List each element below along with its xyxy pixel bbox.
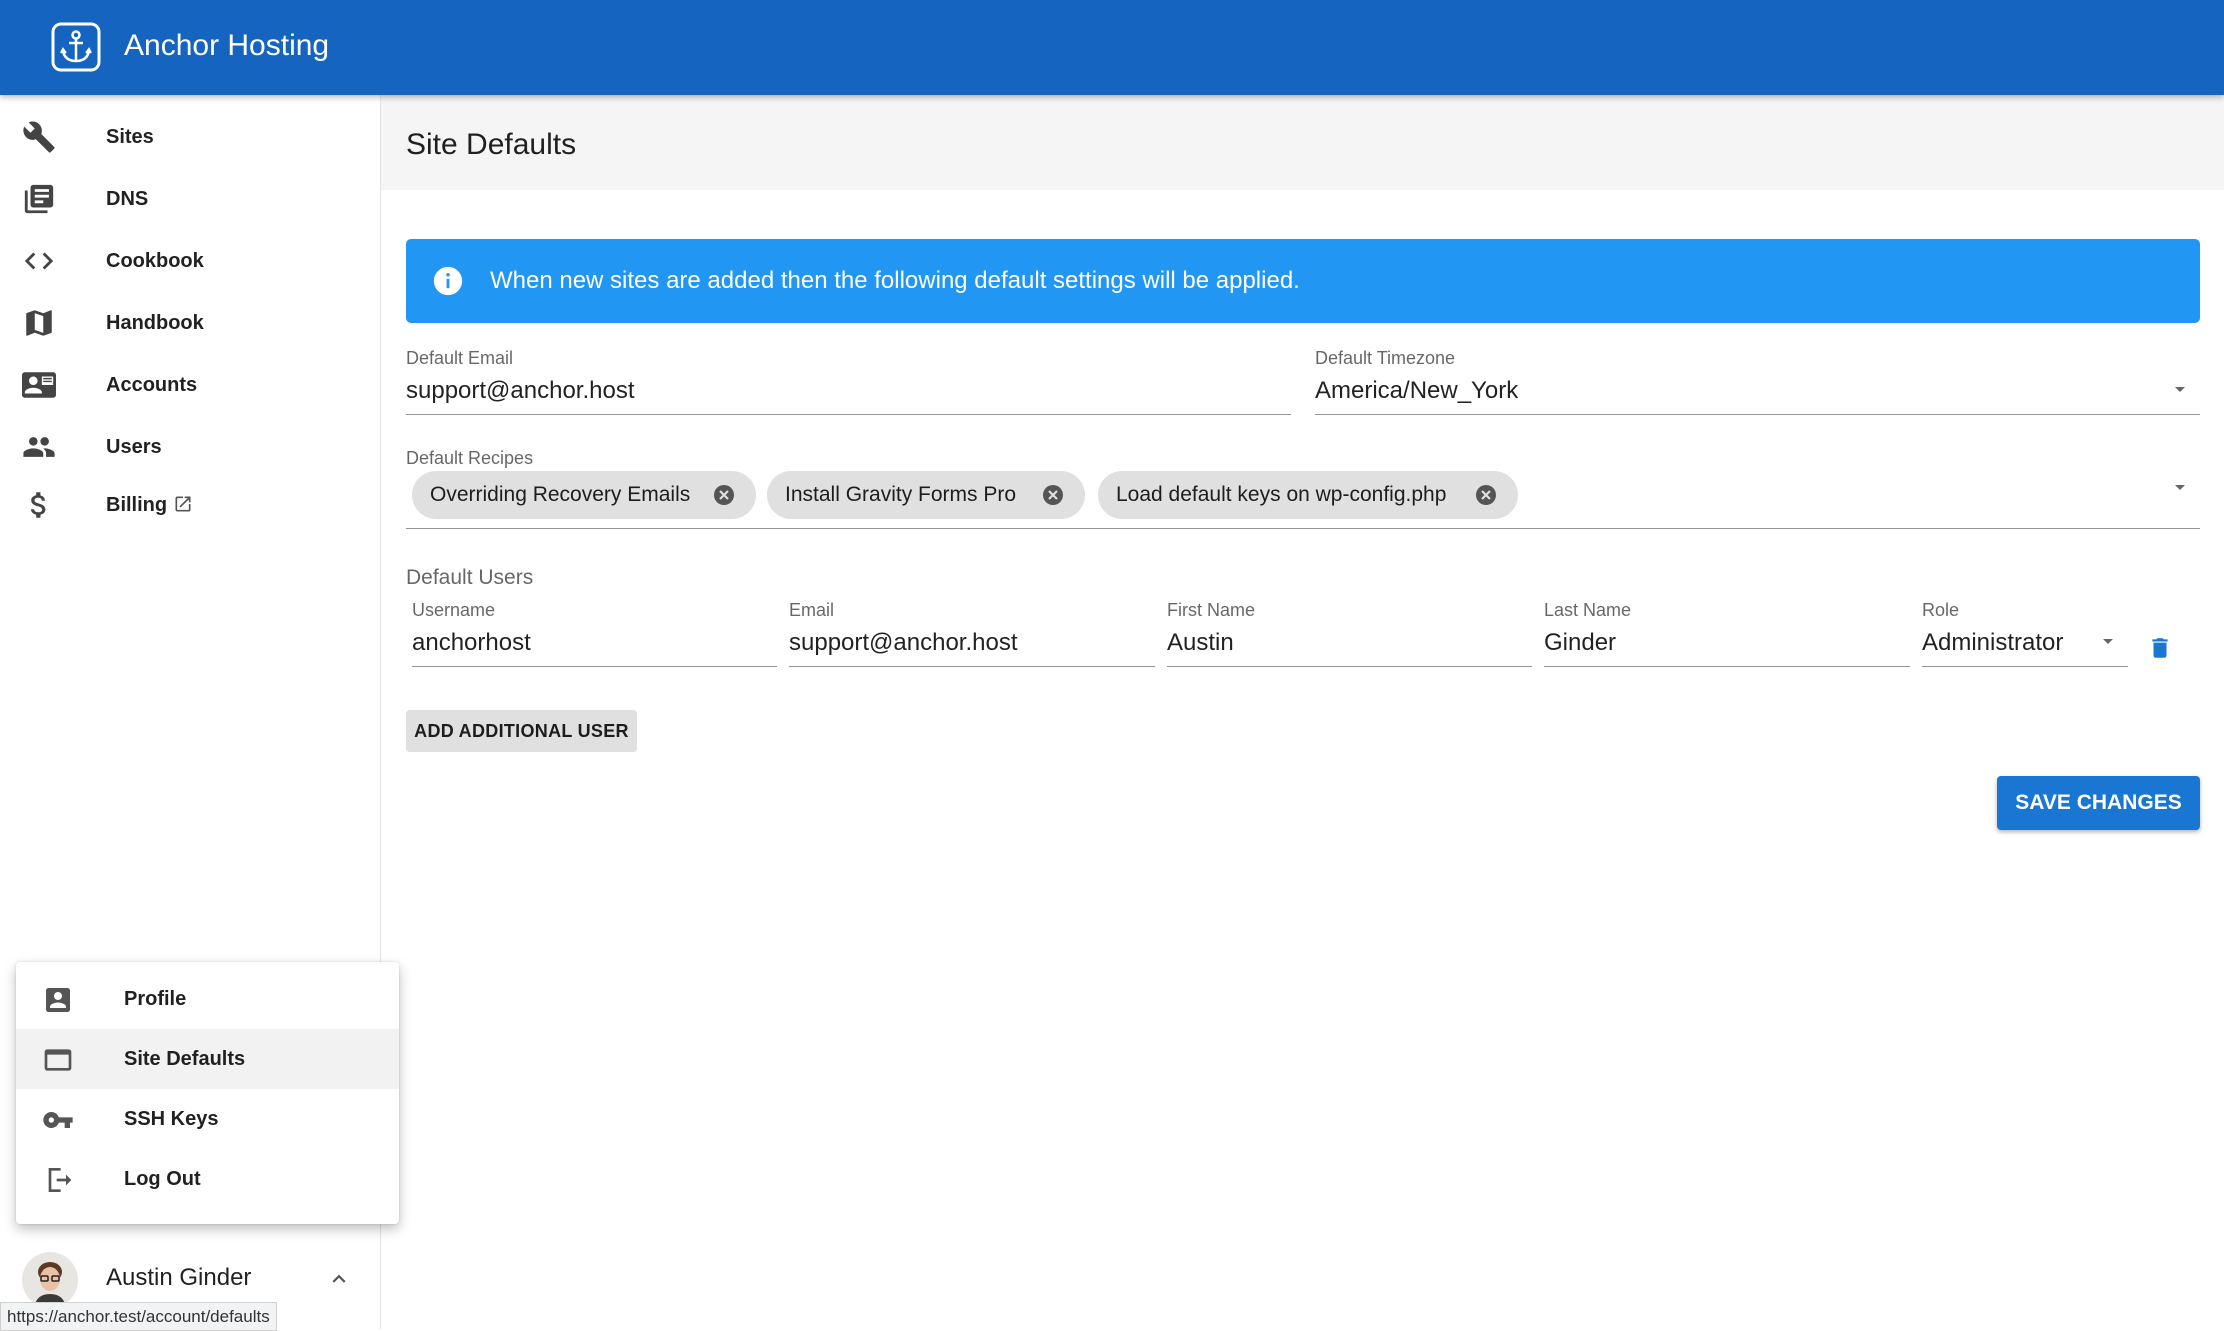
default-timezone-select[interactable]: Default Timezone America/New_York xyxy=(1315,347,2200,415)
menu-item-label: Profile xyxy=(124,988,187,1010)
recipe-chip[interactable]: Install Gravity Forms Pro xyxy=(767,471,1085,519)
user-email-label: Email xyxy=(789,600,835,620)
recipe-chip-label: Install Gravity Forms Pro xyxy=(785,483,1017,506)
recipe-chip-label: Overriding Recovery Emails xyxy=(430,483,691,506)
sidebar-item-label: DNS xyxy=(106,188,149,210)
account-box-icon xyxy=(46,988,70,1012)
default-recipes-label: Default Recipes xyxy=(406,448,534,468)
sidebar-item-accounts[interactable]: Accounts xyxy=(0,353,380,415)
save-changes-button[interactable]: SAVE CHANGES xyxy=(1997,776,2200,830)
menu-item-label: SSH Keys xyxy=(124,1108,219,1130)
sidebar-item-handbook[interactable]: Handbook xyxy=(0,291,380,353)
logout-icon xyxy=(48,1168,72,1192)
menu-item-log-out[interactable]: Log Out xyxy=(16,1149,399,1209)
field-underline xyxy=(406,528,2200,529)
field-underline xyxy=(1544,666,1910,667)
user-menu-toggle[interactable]: Austin Ginder xyxy=(0,1250,380,1308)
sidebar-item-label: Sites xyxy=(106,126,154,148)
sidebar-item-label: Billing xyxy=(106,491,193,519)
status-bar-url: https://anchor.test/account/defaults xyxy=(0,1302,277,1331)
default-email-value[interactable]: support@anchor.host xyxy=(406,375,635,407)
menu-item-site-defaults[interactable]: Site Defaults xyxy=(16,1029,399,1089)
last-name-label: Last Name xyxy=(1544,600,1632,620)
dropdown-arrow-icon[interactable] xyxy=(2168,475,2192,499)
add-additional-user-button[interactable]: ADD ADDITIONAL USER xyxy=(406,710,637,752)
recipe-chip[interactable]: Overriding Recovery Emails xyxy=(412,471,756,519)
first-name-value[interactable]: Austin xyxy=(1167,627,1234,659)
username-value[interactable]: anchorhost xyxy=(412,627,531,659)
delete-icon[interactable] xyxy=(2147,635,2173,661)
user-email-field[interactable]: Email support@anchor.host xyxy=(789,599,1155,667)
last-name-value[interactable]: Ginder xyxy=(1544,627,1616,659)
role-select[interactable]: Role Administrator xyxy=(1922,599,2128,667)
key-icon xyxy=(43,1112,73,1128)
sidebar-item-billing[interactable]: Billing xyxy=(0,473,380,535)
app-title[interactable]: Anchor Hosting xyxy=(124,26,329,66)
browser-window-icon xyxy=(44,1049,72,1071)
username-label: Username xyxy=(412,600,496,620)
last-name-field[interactable]: Last Name Ginder xyxy=(1544,599,1910,667)
close-circle-icon[interactable] xyxy=(712,483,736,507)
code-icon xyxy=(24,252,54,270)
default-users-label: Default Users xyxy=(406,566,534,589)
app-bar: Anchor Hosting xyxy=(0,0,2224,95)
field-underline xyxy=(1922,666,2128,667)
wrench-icon xyxy=(23,121,55,153)
sidebar-item-label: Accounts xyxy=(106,374,198,396)
field-underline xyxy=(1167,666,1532,667)
sidebar-item-label: Users xyxy=(106,436,162,458)
alert-text: When new sites are added then the follow… xyxy=(490,267,1300,294)
sidebar-item-dns[interactable]: DNS xyxy=(0,167,380,229)
sidebar-item-cookbook[interactable]: Cookbook xyxy=(0,229,380,291)
close-circle-icon[interactable] xyxy=(1474,483,1498,507)
default-timezone-label: Default Timezone xyxy=(1315,348,1456,368)
field-underline xyxy=(412,666,777,667)
sidebar-item-label: Cookbook xyxy=(106,250,204,272)
user-email-value[interactable]: support@anchor.host xyxy=(789,627,1018,659)
chevron-up-icon[interactable] xyxy=(326,1266,352,1292)
field-underline xyxy=(1315,414,2200,415)
recipe-chip[interactable]: Load default keys on wp-config.php xyxy=(1098,471,1518,519)
avatar xyxy=(22,1252,78,1308)
billing-label: Billing xyxy=(106,494,168,516)
menu-item-label: Site Defaults xyxy=(124,1048,246,1070)
account-menu: Profile Site Defaults SSH Keys Log Out xyxy=(16,962,399,1224)
dropdown-arrow-icon[interactable] xyxy=(2096,629,2120,653)
username-field[interactable]: Username anchorhost xyxy=(412,599,777,667)
role-label: Role xyxy=(1922,600,1960,620)
dropdown-arrow-icon[interactable] xyxy=(2168,377,2192,401)
recipe-chip-label: Load default keys on wp-config.php xyxy=(1116,483,1447,506)
menu-item-profile[interactable]: Profile xyxy=(16,969,399,1029)
menu-item-ssh-keys[interactable]: SSH Keys xyxy=(16,1089,399,1149)
sidebar-item-users[interactable]: Users xyxy=(0,415,380,477)
field-underline xyxy=(789,666,1155,667)
dollar-icon xyxy=(30,492,46,518)
sidebar-item-label: Handbook xyxy=(106,312,204,334)
info-icon xyxy=(433,266,463,296)
default-email-field[interactable]: Default Email support@anchor.host xyxy=(406,347,1291,415)
first-name-field[interactable]: First Name Austin xyxy=(1167,599,1532,667)
sidebar-item-sites[interactable]: Sites xyxy=(0,105,380,167)
map-icon xyxy=(26,310,52,336)
account-card-icon xyxy=(22,372,56,398)
info-alert: When new sites are added then the follow… xyxy=(406,239,2200,323)
page-header: Site Defaults xyxy=(381,95,2224,190)
role-value[interactable]: Administrator xyxy=(1922,627,2063,659)
page-title: Site Defaults xyxy=(406,128,577,161)
menu-item-label: Log Out xyxy=(124,1168,201,1190)
field-underline xyxy=(406,414,1291,415)
library-books-icon xyxy=(24,184,54,214)
open-in-new-icon xyxy=(175,496,191,512)
users-icon xyxy=(23,437,55,457)
default-timezone-value[interactable]: America/New_York xyxy=(1315,375,1518,407)
close-circle-icon[interactable] xyxy=(1041,483,1065,507)
first-name-label: First Name xyxy=(1167,600,1256,620)
default-email-label: Default Email xyxy=(406,348,514,368)
anchor-icon[interactable] xyxy=(51,22,101,72)
user-name: Austin Ginder xyxy=(106,1264,252,1291)
